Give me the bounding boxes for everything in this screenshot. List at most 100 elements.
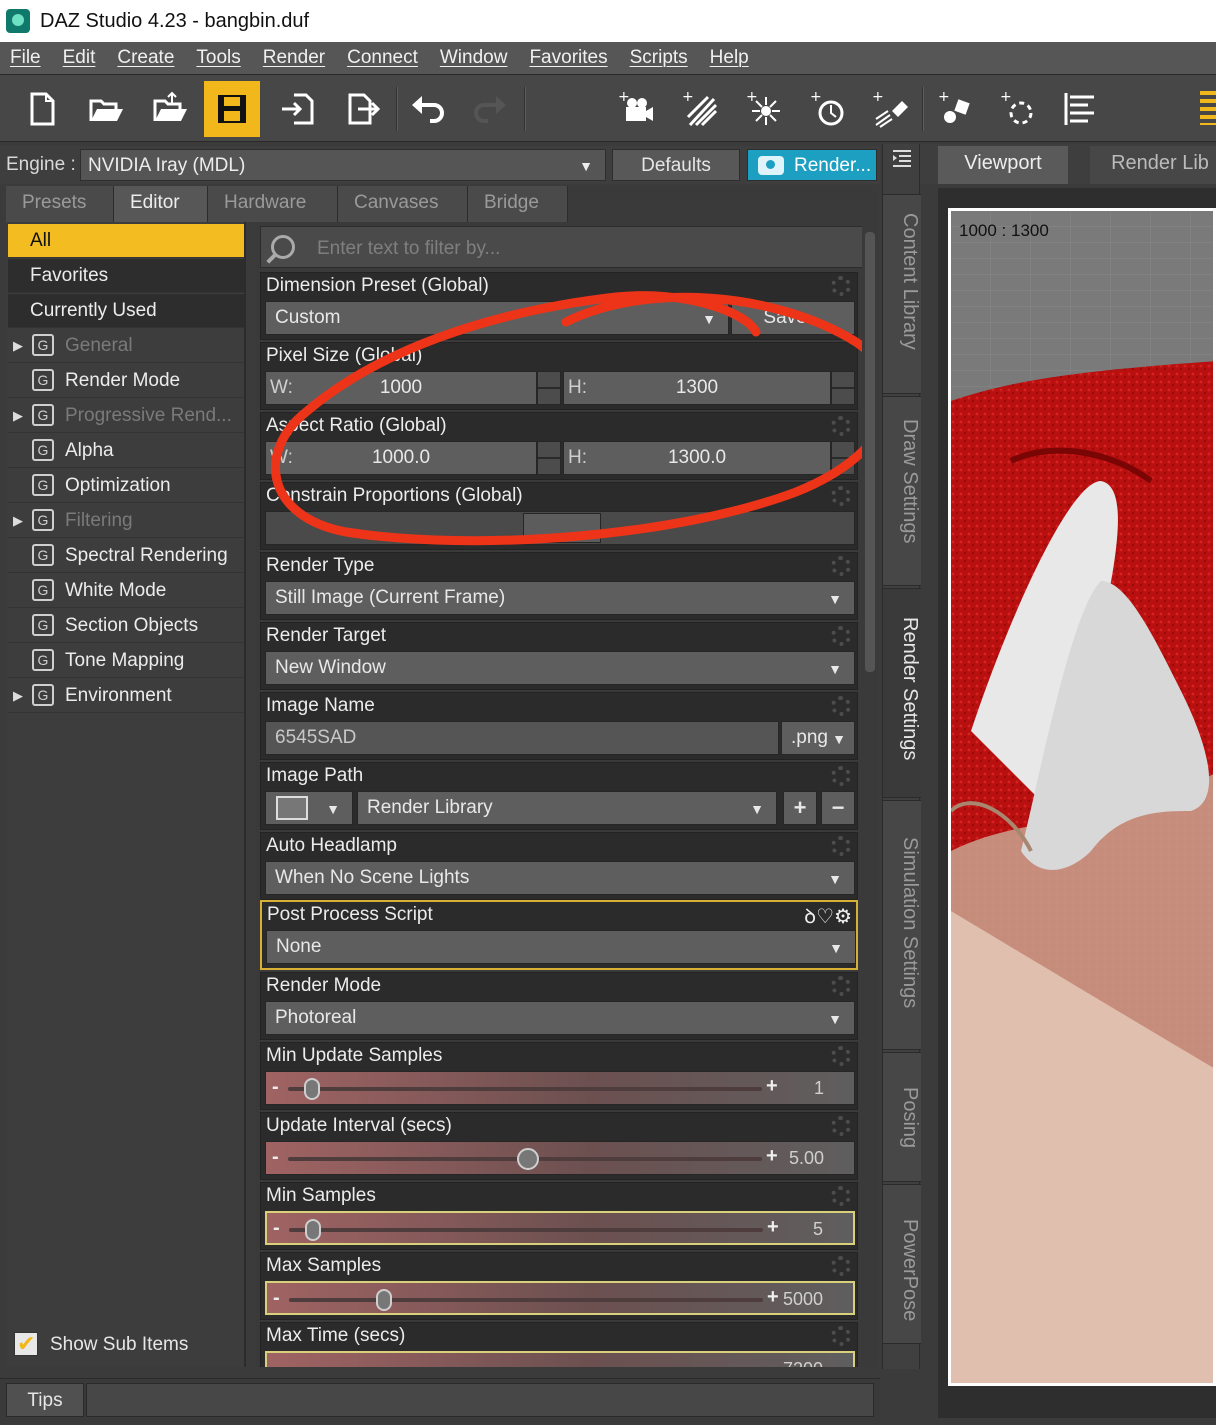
increment-icon[interactable]: +	[767, 1286, 779, 1309]
category-all[interactable]: All	[8, 224, 244, 258]
side-tab-content-library[interactable]: Content Library	[883, 194, 921, 394]
menu-help[interactable]: Help	[710, 47, 749, 69]
render-frame[interactable]: 1000 : 1300	[948, 208, 1216, 1386]
pixel-width-spinner[interactable]	[537, 371, 561, 405]
gear-icon[interactable]	[831, 1116, 851, 1136]
property-actions[interactable]: ꝺ♡⚙	[804, 902, 852, 929]
menu-file[interactable]: File	[10, 47, 41, 69]
gear-icon[interactable]	[831, 556, 851, 576]
update-interval-slider[interactable]: - + 5.00	[265, 1141, 855, 1175]
tab-bridge[interactable]: Bridge	[468, 186, 568, 222]
gear-icon[interactable]: ⚙	[834, 906, 852, 928]
gear-icon[interactable]	[831, 276, 851, 296]
gear-icon[interactable]	[831, 1186, 851, 1206]
tab-editor[interactable]: Editor	[114, 186, 208, 222]
side-tab-draw-settings[interactable]: Draw Settings	[883, 396, 921, 586]
category-spectral-rendering[interactable]: G Spectral Rendering	[8, 539, 244, 573]
decrement-icon[interactable]: -	[272, 1076, 279, 1099]
create-distant-light-icon[interactable]: +	[672, 81, 728, 137]
aspect-height-spinner[interactable]	[831, 441, 855, 475]
auto-headlamp-select[interactable]: When No Scene Lights ▼	[265, 861, 855, 895]
add-path-button[interactable]: +	[783, 791, 817, 825]
scrollbar-thumb[interactable]	[865, 232, 875, 672]
expand-arrow-icon[interactable]: ▶	[13, 408, 23, 424]
pixel-height-field[interactable]: H: 1300	[563, 371, 831, 405]
category-general[interactable]: ▶ G General	[8, 329, 244, 363]
tab-canvases[interactable]: Canvases	[338, 186, 468, 222]
expand-arrow-icon[interactable]: ▶	[13, 513, 23, 529]
engine-select[interactable]: NVIDIA Iray (MDL) ▼	[80, 149, 606, 181]
gear-icon[interactable]	[831, 486, 851, 506]
menu-scripts[interactable]: Scripts	[630, 47, 688, 69]
expand-arrow-icon[interactable]: ▶	[13, 338, 23, 354]
side-tab-posing[interactable]: Posing	[883, 1052, 921, 1182]
create-primitive-icon[interactable]: +	[928, 81, 984, 137]
image-extension-select[interactable]: .png ▼	[781, 721, 855, 755]
side-tab-simulation-settings[interactable]: Simulation Settings	[883, 800, 921, 1050]
show-sub-items-checkbox[interactable]	[14, 1331, 38, 1357]
min-samples-slider[interactable]: - + 5	[265, 1211, 855, 1245]
align-icon[interactable]	[1052, 81, 1108, 137]
new-file-icon[interactable]	[14, 81, 70, 137]
gear-icon[interactable]	[831, 976, 851, 996]
property-scrollbar[interactable]	[862, 222, 878, 1367]
max-time-slider[interactable]: - 7200	[265, 1351, 855, 1367]
expand-arrow-icon[interactable]: ▶	[13, 688, 23, 704]
open-file-icon[interactable]	[78, 81, 134, 137]
menu-window[interactable]: Window	[440, 47, 508, 69]
pane-options-icon[interactable]	[891, 148, 913, 170]
category-currently-used[interactable]: Currently Used	[8, 294, 244, 328]
category-tone-mapping[interactable]: G Tone Mapping	[8, 644, 244, 678]
render-mode-select[interactable]: Photoreal ▼	[265, 1001, 855, 1035]
gear-icon[interactable]	[831, 1046, 851, 1066]
render-button[interactable]: Render...	[747, 149, 877, 181]
undo-icon[interactable]	[400, 81, 456, 137]
slider-thumb[interactable]	[304, 1219, 321, 1241]
remove-path-button[interactable]: −	[821, 791, 855, 825]
gear-icon[interactable]	[831, 766, 851, 786]
defaults-button[interactable]: Defaults	[612, 149, 740, 181]
aspect-width-field[interactable]: W: 1000.0	[265, 441, 537, 475]
menu-connect[interactable]: Connect	[347, 47, 418, 69]
gear-icon[interactable]	[831, 696, 851, 716]
category-white-mode[interactable]: G White Mode	[8, 574, 244, 608]
side-tab-powerpose[interactable]: PowerPose	[883, 1184, 921, 1344]
tab-presets[interactable]: Presets	[6, 186, 114, 222]
increment-icon[interactable]: +	[766, 1075, 778, 1098]
create-null-icon[interactable]: +	[990, 81, 1046, 137]
create-point-light-icon[interactable]: +	[736, 81, 792, 137]
decrement-icon[interactable]: -	[273, 1217, 280, 1240]
category-favorites[interactable]: Favorites	[8, 259, 244, 293]
gear-icon[interactable]	[831, 1326, 851, 1346]
category-progressive-rendering[interactable]: ▶ G Progressive Rend...	[8, 399, 244, 433]
aspect-width-spinner[interactable]	[537, 441, 561, 475]
category-filtering[interactable]: ▶ G Filtering	[8, 504, 244, 538]
slider-thumb[interactable]	[517, 1148, 539, 1170]
increment-icon[interactable]: +	[766, 1145, 778, 1168]
decrement-icon[interactable]: -	[272, 1146, 279, 1169]
create-spotlight-icon[interactable]: +	[862, 81, 918, 137]
menu-favorites[interactable]: Favorites	[529, 47, 607, 69]
gear-icon[interactable]	[831, 1256, 851, 1276]
gear-icon[interactable]	[831, 416, 851, 436]
create-environment-light-icon[interactable]: +	[800, 81, 856, 137]
filter-field[interactable]: Enter text to filter by...	[260, 226, 872, 268]
gear-icon[interactable]	[831, 626, 851, 646]
redo-icon[interactable]	[462, 81, 518, 137]
category-alpha[interactable]: G Alpha	[8, 434, 244, 468]
menu-edit[interactable]: Edit	[63, 47, 96, 69]
post-process-select[interactable]: None ▼	[266, 930, 856, 964]
create-camera-icon[interactable]: +	[608, 81, 664, 137]
category-render-mode[interactable]: G Render Mode	[8, 364, 244, 398]
category-optimization[interactable]: G Optimization	[8, 469, 244, 503]
side-tab-render-settings[interactable]: Render Settings	[883, 588, 921, 798]
decrement-icon[interactable]: -	[273, 1357, 280, 1367]
decrement-icon[interactable]: -	[273, 1287, 280, 1310]
merge-file-icon[interactable]	[142, 81, 198, 137]
menu-tools[interactable]: Tools	[196, 47, 240, 69]
tips-button[interactable]: Tips	[6, 1383, 84, 1417]
category-section-objects[interactable]: G Section Objects	[8, 609, 244, 643]
tab-viewport[interactable]: Viewport	[938, 146, 1068, 184]
image-name-input[interactable]: 6545SAD	[265, 721, 779, 755]
tab-render-library[interactable]: Render Lib	[1090, 146, 1216, 184]
